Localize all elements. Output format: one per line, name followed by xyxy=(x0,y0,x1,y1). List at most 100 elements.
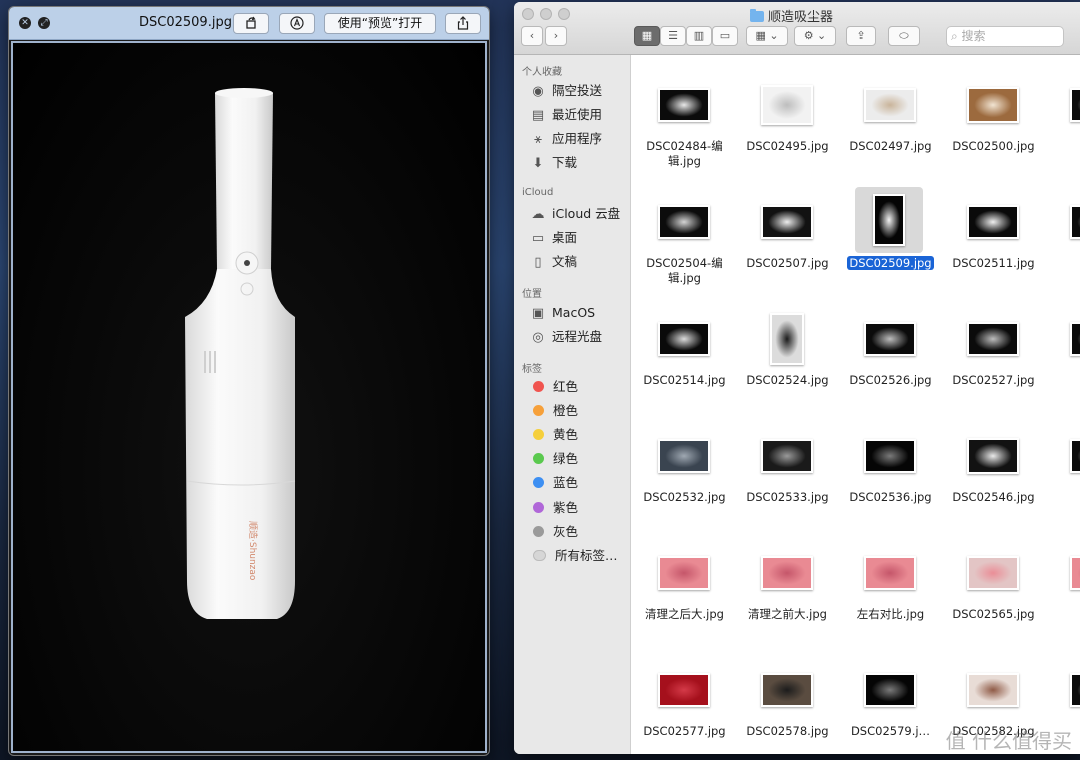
file-thumbnail xyxy=(864,673,916,707)
tag-dot-icon xyxy=(533,526,544,537)
file-item[interactable]: DSC02497.jpg xyxy=(839,65,942,182)
sidebar-item-documents[interactable]: ▯ 文稿 xyxy=(530,252,577,272)
file-item[interactable]: DS xyxy=(1045,533,1080,650)
list-view-button[interactable]: ☰ xyxy=(660,26,686,46)
sidebar-item-all-tags[interactable]: 所有标签… xyxy=(530,546,618,566)
file-item[interactable]: DSC02484-编辑.jpg xyxy=(633,65,736,182)
file-item[interactable]: DSC02533.jpg xyxy=(736,416,839,533)
file-item[interactable]: DSC02507.jpg xyxy=(736,182,839,299)
thumbnail-frame xyxy=(965,666,1021,714)
thumbnail-frame xyxy=(759,313,815,365)
file-item[interactable]: DSC02546.jpg xyxy=(942,416,1045,533)
file-item[interactable]: DS xyxy=(1045,416,1080,533)
file-item[interactable]: DSC02536.jpg xyxy=(839,416,942,533)
column-view-button[interactable]: ▥ xyxy=(686,26,712,46)
file-item[interactable]: DSC02509.jpg xyxy=(839,182,942,299)
file-name: DSC02565.jpg xyxy=(952,607,1035,621)
file-name: DSC02500.jpg xyxy=(952,139,1035,153)
file-item[interactable]: DSC02495.jpg xyxy=(736,65,839,182)
icon-view-button[interactable]: ▦ xyxy=(634,26,660,46)
group-by-button[interactable]: ▦ ⌄ xyxy=(746,26,788,46)
quicklook-titlebar: ✕ ⤢ DSC02509.jpg 使用“预览”打开 xyxy=(9,7,489,40)
vacuum-cleaner-photo: 顺造·Shunzao xyxy=(185,88,296,619)
file-item[interactable]: DSC02565.jpg xyxy=(942,533,1045,650)
minimize-window-button[interactable] xyxy=(540,8,552,20)
file-thumbnail xyxy=(761,556,813,590)
sidebar-item-tag-purple[interactable]: 紫色 xyxy=(530,498,578,518)
forward-button[interactable]: › xyxy=(545,26,567,46)
close-icon[interactable]: ✕ xyxy=(19,17,31,29)
file-thumbnail xyxy=(967,205,1019,239)
markup-button[interactable] xyxy=(279,13,315,34)
file-thumbnail xyxy=(761,439,813,473)
file-item[interactable]: DS xyxy=(1045,182,1080,299)
thumbnail-frame xyxy=(656,666,712,714)
share-button[interactable] xyxy=(445,13,481,34)
file-thumbnail xyxy=(967,322,1019,356)
share-button[interactable]: ⇪ xyxy=(846,26,876,46)
file-item[interactable]: 左右对比.jpg xyxy=(839,533,942,650)
sidebar-item-icloud-drive[interactable]: ☁ iCloud 云盘 xyxy=(530,204,621,224)
file-item[interactable]: DSC02511.jpg xyxy=(942,182,1045,299)
file-item[interactable]: DSC02579.j… xyxy=(839,650,942,754)
file-item[interactable]: DSC02514.jpg xyxy=(633,299,736,416)
thumbnail-frame xyxy=(965,198,1021,246)
file-item[interactable]: DS xyxy=(1045,299,1080,416)
file-item[interactable]: DSC02532.jpg xyxy=(633,416,736,533)
file-name: DSC02527.jpg xyxy=(952,373,1035,387)
thumbnail-frame xyxy=(656,198,712,246)
close-window-button[interactable] xyxy=(522,8,534,20)
file-name: DSC02504-编辑.jpg xyxy=(646,256,723,285)
file-item[interactable]: DSC02578.jpg xyxy=(736,650,839,754)
sidebar-item-tag-blue[interactable]: 蓝色 xyxy=(530,473,578,493)
back-button[interactable]: ‹ xyxy=(521,26,543,46)
finder-titlebar: 顺造吸尘器 ‹ › ▦ ☰ ▥ ▭ ▦ ⌄ ⚙ ⌄ ⇪ ⬭ ⌕ 搜索 xyxy=(514,2,1080,55)
sidebar-item-airdrop[interactable]: ◉ 隔空投送 xyxy=(530,81,602,101)
sidebar-item-tag-red[interactable]: 红色 xyxy=(530,377,578,397)
gallery-view-button[interactable]: ▭ xyxy=(712,26,738,46)
file-item[interactable]: 清理之后大.jpg xyxy=(633,533,736,650)
sidebar-item-remote-disc[interactable]: ◎ 远程光盘 xyxy=(530,327,602,347)
tag-dot-icon xyxy=(533,502,544,513)
file-item[interactable]: DSC02524.jpg xyxy=(736,299,839,416)
file-item[interactable]: DSC xyxy=(1045,65,1080,182)
group-icon: ▦ ⌄ xyxy=(755,29,779,42)
fullscreen-icon[interactable]: ⤢ xyxy=(38,17,50,29)
sidebar-item-downloads[interactable]: ⬇ 下载 xyxy=(530,153,577,173)
action-button[interactable]: ⚙ ⌄ xyxy=(794,26,836,46)
file-thumbnail xyxy=(658,439,710,473)
rotate-button[interactable] xyxy=(233,13,269,34)
remote-disc-icon: ◎ xyxy=(532,330,544,345)
tags-button[interactable]: ⬭ xyxy=(888,26,920,46)
file-item[interactable]: DSC02526.jpg xyxy=(839,299,942,416)
documents-icon: ▯ xyxy=(534,255,542,270)
cloud-icon: ☁ xyxy=(531,207,545,222)
recents-icon: ▤ xyxy=(531,108,545,123)
file-item[interactable]: 清理之前大.jpg xyxy=(736,533,839,650)
file-name: DSC02533.jpg xyxy=(746,490,829,504)
thumbnail-frame xyxy=(862,666,918,714)
sidebar-item-tag-green[interactable]: 绿色 xyxy=(530,449,578,469)
sidebar-item-applications[interactable]: ⚹ 应用程序 xyxy=(530,129,602,149)
zoom-window-button[interactable] xyxy=(558,8,570,20)
sidebar-item-macos[interactable]: ▣ MacOS xyxy=(530,303,595,323)
sidebar-item-tag-orange[interactable]: 橙色 xyxy=(530,401,578,421)
file-item[interactable]: DSC02504-编辑.jpg xyxy=(633,182,736,299)
thumbnail-frame xyxy=(1068,198,1080,246)
open-with-preview-button[interactable]: 使用“预览”打开 xyxy=(324,13,436,34)
sidebar-item-recents[interactable]: ▤ 最近使用 xyxy=(530,105,602,125)
search-input[interactable]: ⌕ 搜索 xyxy=(946,26,1064,47)
file-thumbnail xyxy=(1070,556,1080,590)
file-item[interactable]: DSC02577.jpg xyxy=(633,650,736,754)
file-item[interactable]: DSC02500.jpg xyxy=(942,65,1045,182)
file-item[interactable]: DSC02527.jpg xyxy=(942,299,1045,416)
finder-title: 顺造吸尘器 xyxy=(750,6,833,25)
sidebar-item-desktop[interactable]: ▭ 桌面 xyxy=(530,228,577,248)
disk-icon: ▣ xyxy=(531,306,545,321)
sidebar-item-tag-yellow[interactable]: 黄色 xyxy=(530,425,578,445)
sidebar-item-tag-gray[interactable]: 灰色 xyxy=(530,522,578,542)
sidebar-header-icloud: iCloud xyxy=(522,187,554,198)
markup-icon xyxy=(290,16,304,30)
tag-dot-icon xyxy=(533,381,544,392)
thumbnail-frame xyxy=(656,432,712,480)
